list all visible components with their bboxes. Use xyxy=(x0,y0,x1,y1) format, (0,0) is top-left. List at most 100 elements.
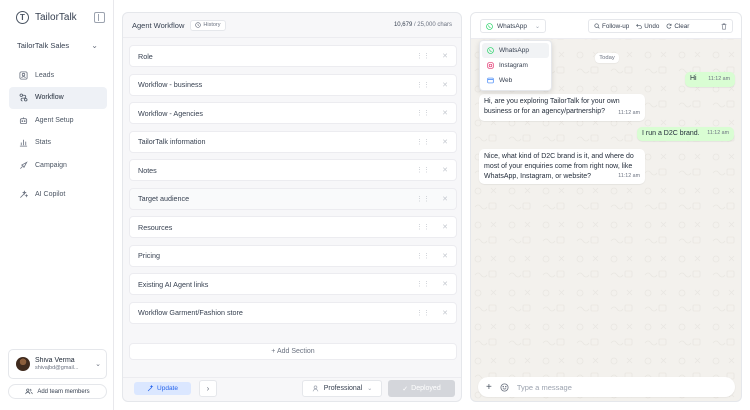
refresh-icon xyxy=(666,23,672,29)
section-item[interactable]: Workflow Garment/Fashion store ⋮⋮ ✕ xyxy=(129,301,457,324)
section-list: Role ⋮⋮ ✕ Workflow - business ⋮⋮ ✕ Workflow … xyxy=(129,45,457,330)
channel-option-instagram[interactable]: Instagram xyxy=(482,58,549,73)
deployed-label: Deployed xyxy=(411,385,441,392)
follow-up-button[interactable]: Follow-up xyxy=(594,23,629,30)
chat-header: WhatsApp ⌄ Follow-up Undo Clear xyxy=(471,13,741,39)
drag-handle-icon[interactable]: ⋮⋮ xyxy=(416,223,430,231)
add-team-members-button[interactable]: Add team members xyxy=(8,384,107,399)
close-icon[interactable]: ✕ xyxy=(442,138,448,146)
drag-handle-icon[interactable]: ⋮⋮ xyxy=(416,52,430,60)
sidebar-item-label: Leads xyxy=(35,71,55,79)
section-label: Workflow - business xyxy=(138,80,203,89)
channel-option-web[interactable]: Web xyxy=(482,73,549,88)
drag-handle-icon[interactable]: ⋮⋮ xyxy=(416,309,430,317)
trash-icon[interactable] xyxy=(721,23,727,30)
char-count-current: 10,679 xyxy=(393,22,413,28)
drag-handle-icon[interactable]: ⋮⋮ xyxy=(416,81,430,89)
close-icon[interactable]: ✕ xyxy=(442,223,448,231)
sidebar-item-agent-setup[interactable]: Agent Setup xyxy=(9,109,107,131)
section-item[interactable]: Notes ⋮⋮ ✕ xyxy=(129,159,457,181)
section-label: Notes xyxy=(138,165,157,175)
users-icon xyxy=(25,388,34,395)
whatsapp-icon xyxy=(487,47,494,54)
section-label: Workflow Garment/Fashion store xyxy=(138,308,243,317)
message-time: 11:12 am xyxy=(707,130,729,136)
sidebar-toggle-icon[interactable] xyxy=(94,12,105,23)
check-icon: ✓ xyxy=(402,385,409,393)
chat-message-outgoing: Hi 11:12 am xyxy=(685,72,735,87)
chat-preview-panel: WhatsApp ⌄ Follow-up Undo Clear WhatsApp… xyxy=(470,12,742,402)
section-label: Pricing xyxy=(138,251,160,260)
history-button[interactable]: History xyxy=(190,19,226,31)
follow-up-label: Follow-up xyxy=(602,22,630,30)
drag-handle-icon[interactable]: ⋮⋮ xyxy=(416,138,430,146)
sidebar-item-leads[interactable]: Leads xyxy=(9,64,107,86)
drag-handle-icon[interactable]: ⋮⋮ xyxy=(416,195,430,203)
section-item[interactable]: Workflow - business ⋮⋮ ✕ xyxy=(129,73,457,96)
browser-icon xyxy=(487,77,494,84)
chevron-right-icon[interactable]: › xyxy=(199,380,217,397)
section-label: Role xyxy=(138,51,153,61)
close-icon[interactable]: ✕ xyxy=(442,166,448,174)
agent-setup-icon xyxy=(18,115,28,125)
org-name: TailorTalk Sales xyxy=(17,40,70,50)
workflow-header: Agent Workflow History 10,679 / 25,000 c… xyxy=(123,13,461,38)
close-icon[interactable]: ✕ xyxy=(442,109,448,117)
update-button[interactable]: Update xyxy=(134,382,191,395)
section-label: Target audience xyxy=(138,194,190,203)
org-switcher[interactable]: TailorTalk Sales ⌄ xyxy=(8,36,106,54)
message-text: I run a D2C brand. xyxy=(642,130,700,137)
channel-option-label: WhatsApp xyxy=(499,47,529,54)
emoji-icon[interactable] xyxy=(500,382,509,392)
sidebar-item-label: AI Copilot xyxy=(35,190,66,198)
drag-handle-icon[interactable]: ⋮⋮ xyxy=(416,252,430,260)
section-item[interactable]: TailorTalk information ⋮⋮ ✕ xyxy=(129,130,457,153)
chevron-down-icon: ⌄ xyxy=(534,23,540,30)
channel-option-whatsapp[interactable]: WhatsApp xyxy=(482,43,549,58)
close-icon[interactable]: ✕ xyxy=(442,252,448,260)
sidebar-item-workflow[interactable]: Workflow xyxy=(9,86,107,109)
close-icon[interactable]: ✕ xyxy=(442,81,448,89)
chat-message-incoming: Hi, are you exploring TailorTalk for you… xyxy=(479,94,645,121)
close-icon[interactable]: ✕ xyxy=(442,52,448,60)
section-item[interactable]: Existing AI Agent links ⋮⋮ ✕ xyxy=(129,273,457,295)
message-text: Nice, what kind of D2C brand is it, and … xyxy=(484,153,634,180)
close-icon[interactable]: ✕ xyxy=(442,280,448,288)
tailortalk-logo-icon: T xyxy=(16,11,29,24)
channel-select[interactable]: WhatsApp ⌄ xyxy=(480,19,546,33)
drag-handle-icon[interactable]: ⋮⋮ xyxy=(416,109,430,117)
drag-handle-icon[interactable]: ⋮⋮ xyxy=(416,280,430,288)
drag-handle-icon[interactable]: ⋮⋮ xyxy=(416,166,430,174)
brand-name: TailorTalk xyxy=(35,12,77,23)
plus-icon[interactable]: + xyxy=(486,382,492,393)
add-section-button[interactable]: + Add Section xyxy=(129,343,457,360)
brand[interactable]: T TailorTalk xyxy=(16,11,77,24)
message-composer[interactable]: + Type a message xyxy=(478,377,735,397)
char-count-limit: / 25,000 chars xyxy=(413,22,452,28)
undo-button[interactable]: Undo xyxy=(636,23,659,30)
close-icon[interactable]: ✕ xyxy=(442,309,448,317)
close-icon[interactable]: ✕ xyxy=(442,195,448,203)
deployed-button[interactable]: ✓ Deployed xyxy=(388,380,455,397)
user-name: Shiva Verma xyxy=(35,357,75,364)
section-item[interactable]: Target audience ⋮⋮ ✕ xyxy=(129,187,457,210)
sidebar-item-campaign[interactable]: Campaign xyxy=(9,154,107,176)
user-menu[interactable]: Shiva Verma shivajbd@gmail... ⌄ xyxy=(8,349,107,379)
tone-select[interactable]: Professional ⌄ xyxy=(302,380,382,397)
section-label: Existing AI Agent links xyxy=(138,279,209,289)
chat-message-incoming: Nice, what kind of D2C brand is it, and … xyxy=(479,149,645,184)
clear-button[interactable]: Clear xyxy=(666,23,689,30)
instagram-icon xyxy=(487,62,494,69)
campaign-icon xyxy=(18,160,28,170)
sidebar-item-ai-copilot[interactable]: AI Copilot xyxy=(9,183,107,205)
workflow-footer: Update › Professional ⌄ ✓ Deployed xyxy=(123,377,461,401)
section-item[interactable]: Pricing ⋮⋮ ✕ xyxy=(129,244,457,267)
stats-icon xyxy=(18,138,28,148)
sidebar-item-label: Campaign xyxy=(35,161,67,169)
sidebar-item-stats[interactable]: Stats xyxy=(9,132,107,154)
char-count: 10,679 / 25,000 chars xyxy=(394,22,452,28)
section-item[interactable]: Role ⋮⋮ ✕ xyxy=(129,45,457,67)
section-item[interactable]: Workflow - Agencies ⋮⋮ ✕ xyxy=(129,102,457,124)
message-input[interactable]: Type a message xyxy=(517,383,572,392)
section-item[interactable]: Resources ⋮⋮ ✕ xyxy=(129,216,457,238)
